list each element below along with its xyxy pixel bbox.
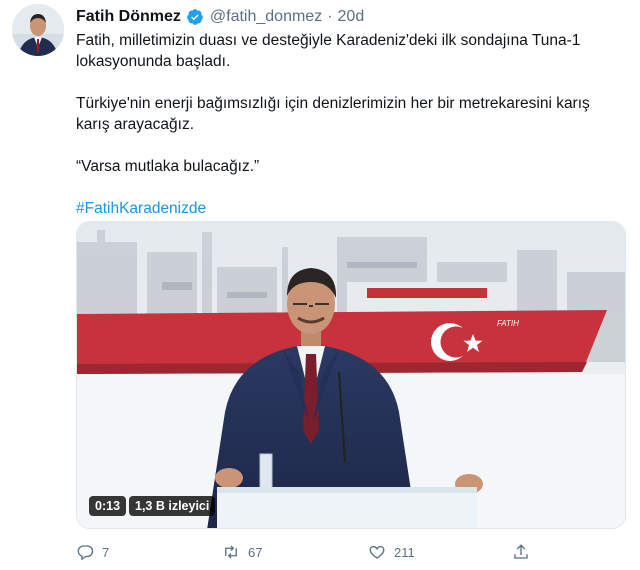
ship-name: FATIH (497, 319, 519, 328)
reply-icon (77, 545, 94, 561)
hashtag-link[interactable]: #FatihKaradenizde (76, 200, 206, 217)
video-duration-badge: 0:13 (89, 496, 127, 516)
retweet-button[interactable]: 67 (222, 540, 262, 564)
retweet-icon (225, 545, 237, 559)
tweet-timestamp[interactable]: 20d (338, 8, 365, 26)
like-button[interactable]: 211 (368, 540, 415, 564)
verified-icon (186, 8, 204, 26)
share-icon (514, 544, 528, 559)
share-button[interactable] (512, 540, 538, 564)
like-count: 211 (394, 544, 415, 560)
reply-button[interactable]: 7 (76, 540, 109, 564)
separator-dot: · (327, 8, 333, 25)
tweet-text: Fatih, milletimizin duası ve desteğiyle … (76, 30, 616, 219)
tweet-header: Fatih Dönmez @fatih_donmez · 20d (76, 6, 364, 28)
video-frame: FATIH (77, 222, 625, 528)
tweet-paragraph: Fatih, milletimizin duası ve desteğiyle … (76, 32, 581, 70)
author-name[interactable]: Fatih Dönmez (76, 8, 181, 26)
like-icon (369, 545, 385, 559)
author-handle[interactable]: @fatih_donmez (210, 8, 322, 26)
video-views-badge: 1,3 B izleyici (129, 496, 216, 516)
tweet[interactable]: Fatih Dönmez @fatih_donmez · 20d Fatih, … (0, 0, 640, 570)
tweet-actions: 7 67 211 (76, 540, 616, 564)
video-player[interactable]: FATIH 0:13 1,3 B izleyici (76, 221, 626, 529)
tweet-paragraph: “Varsa mutlaka bulacağız.” (76, 158, 260, 175)
retweet-count: 67 (248, 544, 263, 560)
avatar[interactable] (12, 4, 64, 56)
reply-count: 7 (102, 544, 110, 560)
tweet-paragraph: Türkiye'nin enerji bağımsızlığı için den… (76, 95, 590, 133)
